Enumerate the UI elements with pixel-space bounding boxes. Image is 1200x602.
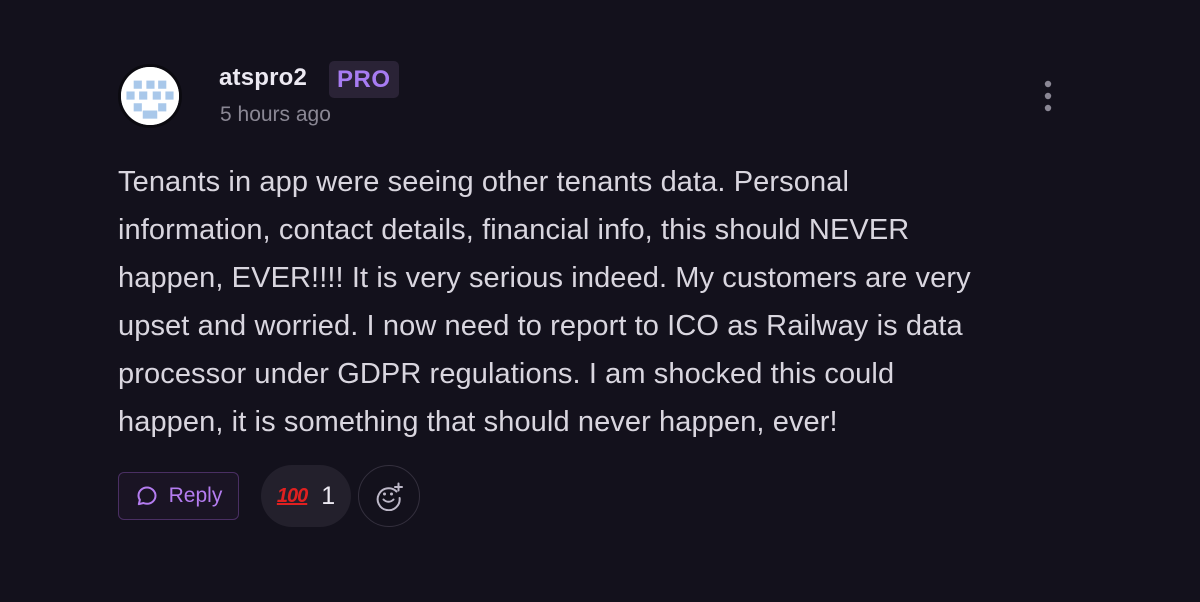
add-reaction-button[interactable] xyxy=(358,465,420,527)
comment-author[interactable]: atspro2 xyxy=(219,64,307,92)
chat-bubble-icon xyxy=(137,486,157,506)
comment-line: information, contact details, financial … xyxy=(118,214,910,246)
comment-card: atspro2 PRO 5 hours ago Tenants in app w… xyxy=(0,0,1200,602)
hundred-points-emoji-icon: 100 xyxy=(276,485,308,507)
identicon-avatar-icon xyxy=(121,67,179,125)
reply-button[interactable]: Reply xyxy=(118,472,239,520)
more-options-button[interactable] xyxy=(1030,78,1066,114)
comment-line: upset and worried. I now need to report … xyxy=(118,310,963,342)
avatar[interactable] xyxy=(118,64,182,128)
comment-line: happen, EVER!!!! It is very serious inde… xyxy=(118,262,971,294)
reaction-hundred-button[interactable]: 100 1 xyxy=(261,465,351,527)
reaction-count: 1 xyxy=(321,481,336,510)
comment-body: Tenants in app were seeing other tenants… xyxy=(118,158,1048,446)
add-emoji-icon xyxy=(376,482,403,511)
comment-line: Tenants in app were seeing other tenants… xyxy=(118,166,849,198)
comment-line: processor under GDPR regulations. I am s… xyxy=(118,358,895,390)
reply-label: Reply xyxy=(168,484,223,507)
pro-badge: PRO xyxy=(329,61,399,98)
comment-timestamp: 5 hours ago xyxy=(220,103,331,126)
comment-line: happen, it is something that should neve… xyxy=(118,406,838,438)
more-vertical-icon xyxy=(1044,80,1052,112)
